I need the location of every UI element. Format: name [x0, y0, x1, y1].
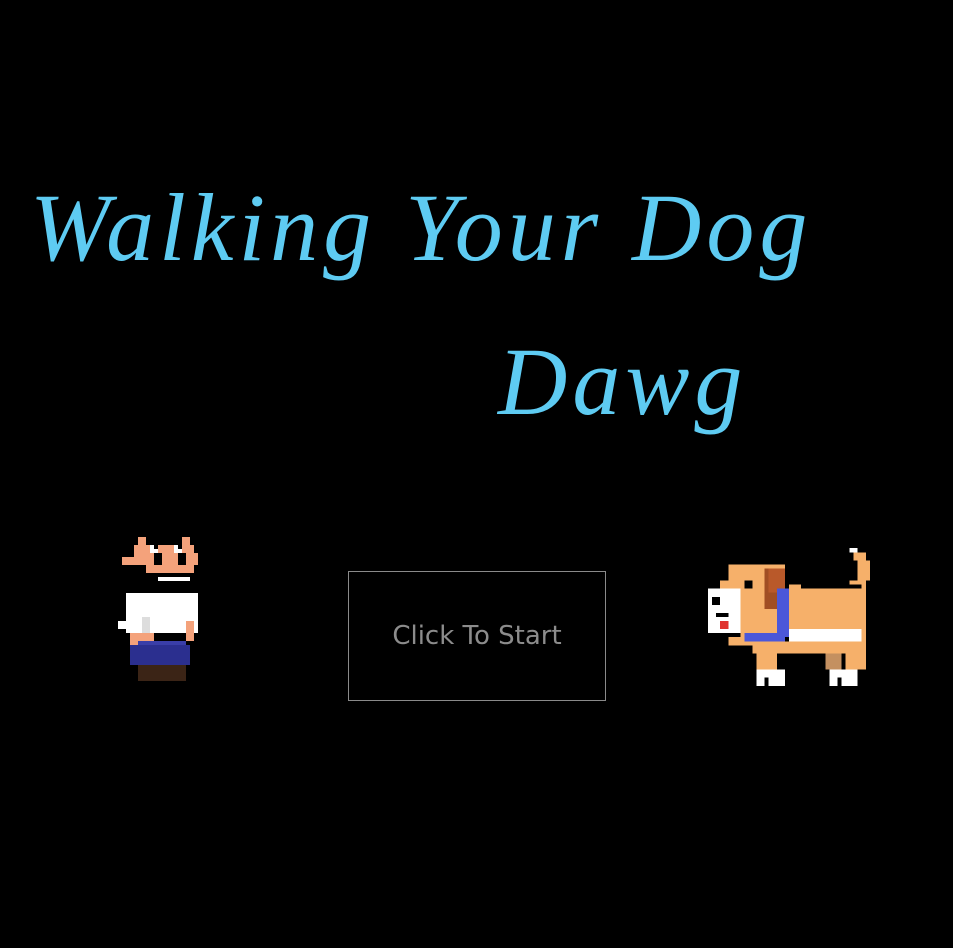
- start-button[interactable]: Click To Start: [348, 571, 606, 701]
- game-title-line-1: Walking Your Dog: [30, 174, 813, 281]
- title-screen: Walking Your Dog Dawg Click To Start: [0, 0, 953, 948]
- bulldog-sprite: [704, 548, 870, 686]
- game-title-line-2: Dawg: [498, 328, 748, 435]
- walker-character-sprite: [118, 537, 198, 681]
